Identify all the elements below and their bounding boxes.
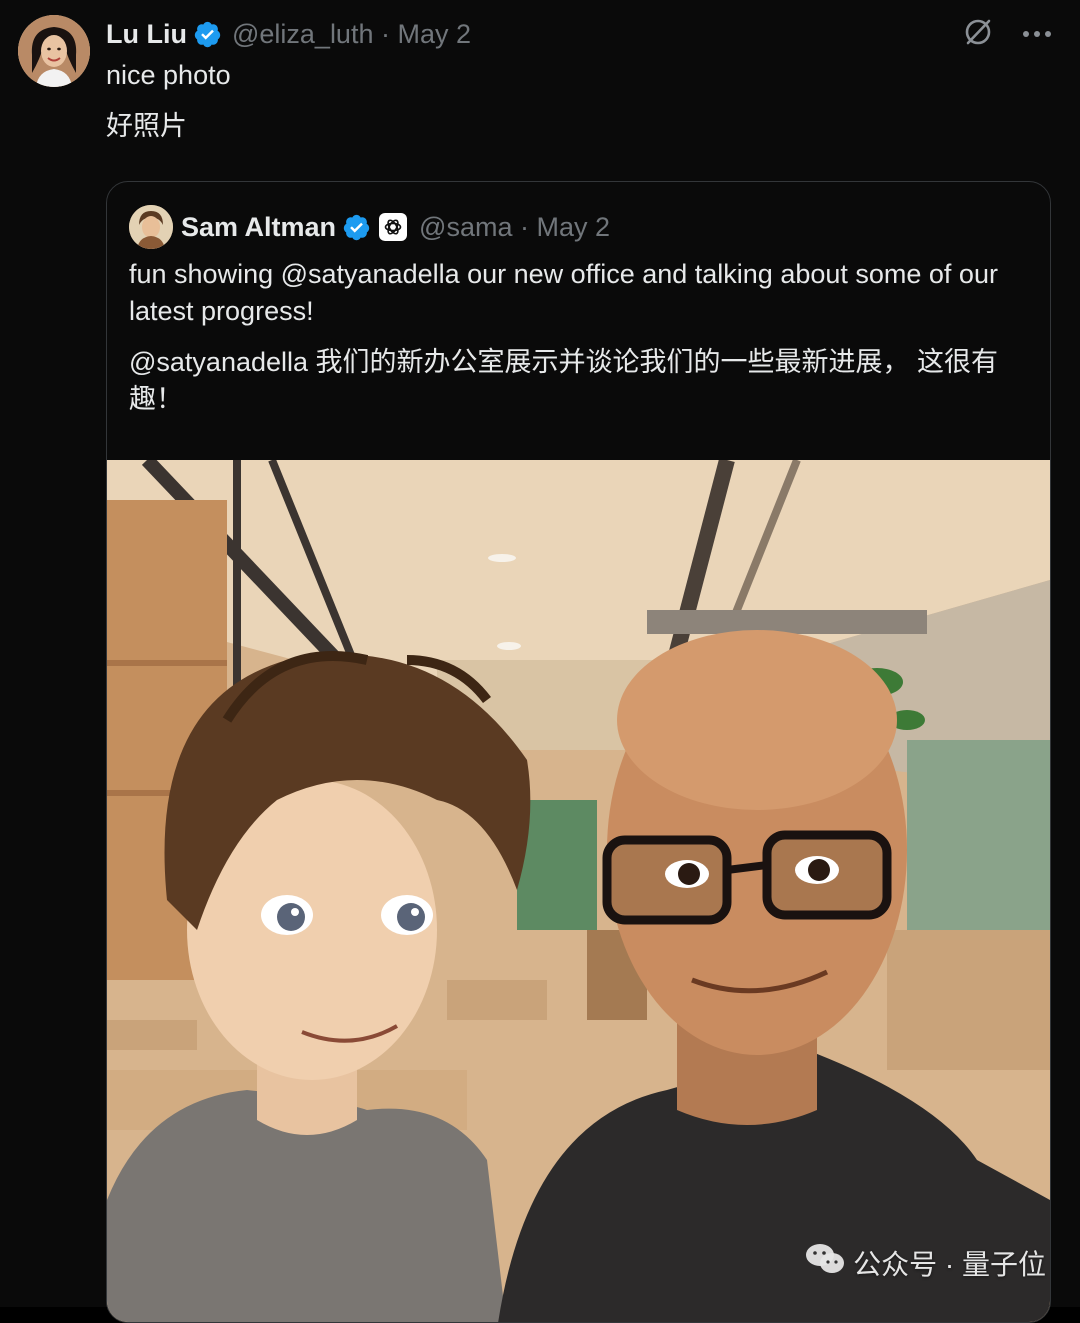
author-name[interactable]: Lu Liu bbox=[106, 19, 187, 50]
more-icon[interactable] bbox=[1022, 26, 1052, 44]
quoted-author-name[interactable]: Sam Altman bbox=[181, 212, 336, 243]
quoted-text-en: fun showing @satyanadella our new office… bbox=[129, 259, 998, 326]
verified-badge-icon bbox=[193, 20, 222, 49]
quoted-author-handle-date[interactable]: @sama · May 2 bbox=[419, 212, 610, 243]
post: Lu Liu @eliza_luth · May 2 nice photo 好照 bbox=[0, 0, 1080, 1323]
quoted-post-header: Sam Altman @sama · May 2 bbox=[129, 204, 610, 250]
post-text-en: nice photo bbox=[106, 60, 231, 90]
post-header: Lu Liu @eliza_luth · May 2 bbox=[106, 14, 471, 54]
author-handle-date[interactable]: @eliza_luth · May 2 bbox=[232, 19, 471, 50]
watermark-text: 公众号 · 量子位 bbox=[853, 1248, 1046, 1280]
watermark: 公众号 · 量子位 bbox=[805, 1242, 1046, 1283]
quoted-text-zh: @satyanadella 我们的新办公室展示并谈论我们的一些最新进展， 这很有… bbox=[129, 347, 999, 414]
post-actions bbox=[962, 16, 1052, 53]
quoted-post[interactable]: Sam Altman @sama · May 2 fun showing @sa… bbox=[106, 181, 1051, 1323]
wechat-icon bbox=[805, 1242, 845, 1283]
post-text-zh: 好照片 bbox=[106, 111, 187, 141]
verified-badge-icon bbox=[342, 213, 371, 242]
author-avatar[interactable] bbox=[18, 15, 90, 87]
quoted-author-avatar[interactable] bbox=[129, 205, 173, 249]
quoted-post-image[interactable] bbox=[107, 455, 1050, 1322]
openai-logo-icon[interactable] bbox=[379, 213, 408, 241]
grok-icon[interactable] bbox=[962, 16, 994, 53]
